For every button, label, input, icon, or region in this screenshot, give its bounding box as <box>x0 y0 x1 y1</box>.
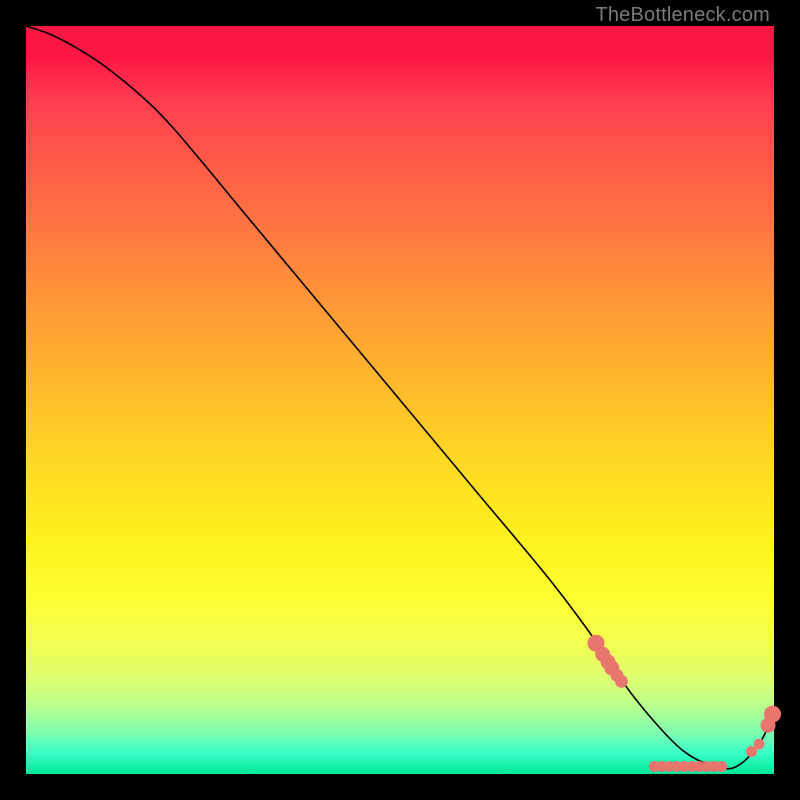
data-point <box>747 747 757 757</box>
bottleneck-curve <box>26 26 774 769</box>
data-point <box>765 706 781 722</box>
data-point <box>717 762 727 772</box>
chart-svg <box>26 26 774 774</box>
attribution-label: TheBottleneck.com <box>595 4 770 27</box>
data-point <box>615 675 627 687</box>
data-point <box>754 739 764 749</box>
